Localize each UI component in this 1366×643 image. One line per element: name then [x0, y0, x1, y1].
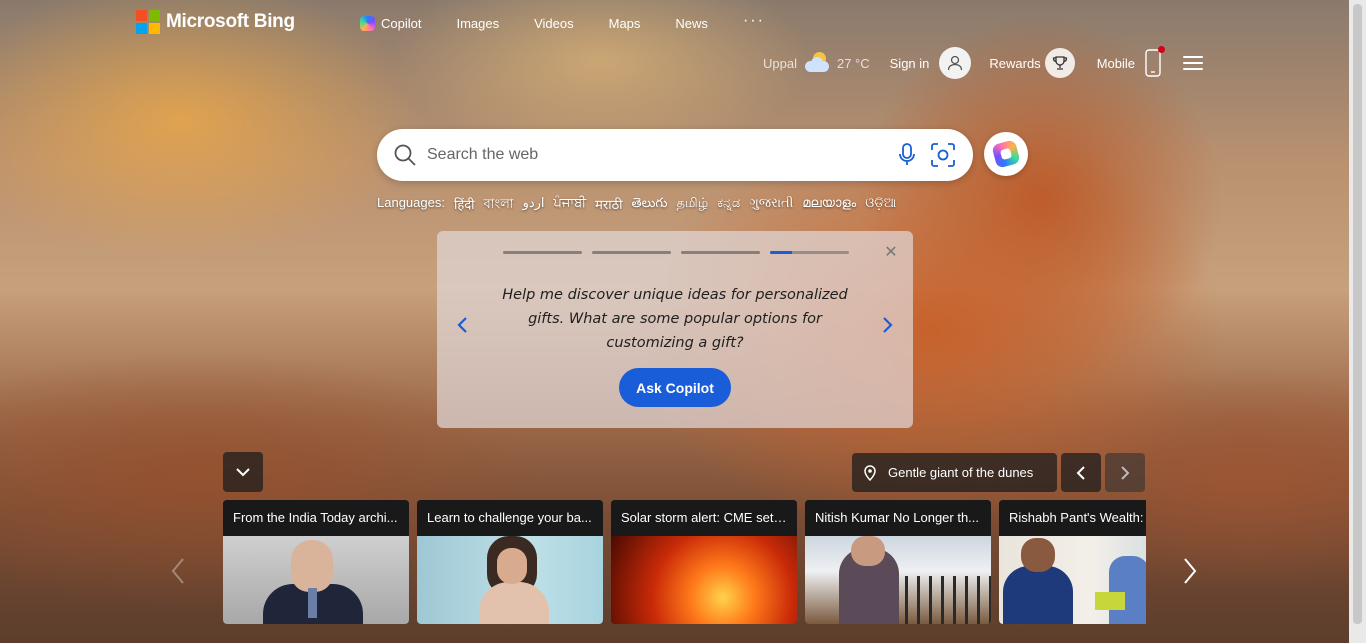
- news-carousel: From the India Today archi... Learn to c…: [223, 500, 1146, 624]
- news-thumbnail: [805, 536, 991, 624]
- scrollbar-thumb[interactable]: [1353, 4, 1362, 624]
- language-link[interactable]: বাংলা: [484, 195, 514, 216]
- news-thumbnail: [417, 536, 603, 624]
- chevron-left-icon[interactable]: [450, 313, 474, 337]
- close-icon[interactable]: ✕: [883, 245, 899, 261]
- progress-segment-active: [770, 251, 849, 254]
- user-avatar-icon: [939, 47, 972, 79]
- image-caption: Gentle giant of the dunes: [888, 465, 1034, 480]
- nav-copilot[interactable]: Copilot: [360, 16, 421, 31]
- copilot-prompt-card: ✕ Help me discover unique ideas for pers…: [437, 231, 913, 428]
- location-pin-icon: [864, 464, 876, 481]
- page-scrollbar[interactable]: [1349, 0, 1366, 643]
- weather-widget[interactable]: Uppal 27 °C: [763, 52, 870, 74]
- language-link[interactable]: ਪੰਜਾਬੀ: [554, 195, 587, 216]
- chevron-left-icon: [171, 558, 184, 584]
- top-nav: Copilot Images Videos Maps News ···: [360, 12, 800, 31]
- search-icon: [394, 144, 416, 166]
- language-links: Languages: हिंदी বাংলা اردو ਪੰਜਾਬੀ मराठी…: [377, 195, 896, 216]
- language-link[interactable]: ଓଡ଼ିଆ: [865, 195, 896, 216]
- weather-location: Uppal: [763, 55, 797, 71]
- copilot-icon: [360, 16, 375, 31]
- chevron-down-icon: [236, 468, 250, 477]
- news-card[interactable]: Nitish Kumar No Longer th...: [805, 500, 991, 624]
- mobile-label: Mobile: [1096, 55, 1135, 71]
- partly-cloudy-icon: [803, 52, 831, 74]
- notification-dot: [1157, 46, 1165, 53]
- progress-segment: [681, 251, 760, 254]
- news-scroll-right[interactable]: [1178, 556, 1202, 586]
- copilot-button[interactable]: [984, 132, 1028, 176]
- language-link[interactable]: മലയാളം: [802, 195, 856, 216]
- languages-label: Languages:: [377, 195, 445, 210]
- sign-in-label: Sign in: [889, 55, 930, 71]
- news-title: Rishabh Pant's Wealth: B...: [999, 500, 1146, 536]
- news-card[interactable]: From the India Today archi...: [223, 500, 409, 624]
- progress-segment: [503, 251, 582, 254]
- previous-image-button[interactable]: [1061, 453, 1101, 492]
- copilot-icon: [991, 139, 1021, 169]
- language-link[interactable]: मराठी: [595, 195, 622, 216]
- nav-news[interactable]: News: [675, 16, 708, 31]
- carousel-progress: [503, 251, 849, 254]
- news-title: From the India Today archi...: [223, 500, 409, 536]
- language-link[interactable]: हिंदी: [454, 195, 475, 216]
- chevron-left-icon: [1076, 465, 1085, 480]
- mobile-phone-icon: [1145, 49, 1161, 77]
- news-thumbnail: [611, 536, 797, 624]
- sign-in-button[interactable]: Sign in: [890, 47, 972, 79]
- news-title: Solar storm alert: CME set ...: [611, 500, 797, 536]
- top-right-bar: Uppal 27 °C Sign in Rewards Mobile: [763, 46, 1203, 79]
- language-link[interactable]: தமிழ்: [676, 195, 708, 216]
- news-thumbnail: [223, 536, 409, 624]
- mobile-button[interactable]: Mobile: [1096, 46, 1165, 77]
- news-card[interactable]: Learn to challenge your ba...: [417, 500, 603, 624]
- copilot-prompt-text: Help me discover unique ideas for person…: [502, 287, 848, 351]
- visual-search-icon[interactable]: [929, 141, 957, 169]
- chevron-right-icon[interactable]: [876, 313, 900, 337]
- nav-more-button[interactable]: ···: [743, 12, 765, 30]
- news-scroll-left[interactable]: [166, 556, 190, 586]
- collapse-feed-button[interactable]: [223, 452, 263, 492]
- news-card[interactable]: Solar storm alert: CME set ...: [611, 500, 797, 624]
- nav-images[interactable]: Images: [456, 16, 499, 31]
- search-input[interactable]: [427, 146, 885, 164]
- microsoft-logo-icon: [136, 10, 160, 34]
- chevron-right-icon: [1184, 558, 1197, 584]
- chevron-right-icon: [1121, 465, 1130, 480]
- weather-temperature: 27 °C: [836, 55, 870, 71]
- brand-name: Microsoft Bing: [166, 11, 295, 32]
- microphone-icon[interactable]: [893, 141, 921, 169]
- news-card[interactable]: Rishabh Pant's Wealth: B...: [999, 500, 1146, 624]
- bing-logo[interactable]: Microsoft Bing: [136, 10, 295, 34]
- search-box: [377, 129, 973, 181]
- nav-maps[interactable]: Maps: [609, 16, 641, 31]
- image-caption-button[interactable]: Gentle giant of the dunes: [852, 453, 1057, 492]
- language-link[interactable]: ગુજરાતી: [749, 195, 793, 216]
- next-image-button[interactable]: [1105, 453, 1145, 492]
- trophy-icon: [1044, 48, 1075, 78]
- nav-copilot-label: Copilot: [381, 16, 422, 31]
- progress-segment: [592, 251, 671, 254]
- ask-copilot-button[interactable]: Ask Copilot: [619, 368, 731, 407]
- nav-videos[interactable]: Videos: [534, 16, 574, 31]
- language-link[interactable]: ಕನ್ನಡ: [717, 195, 740, 216]
- news-thumbnail: [999, 536, 1146, 624]
- news-title: Learn to challenge your ba...: [417, 500, 603, 536]
- language-link[interactable]: اردو: [523, 195, 545, 216]
- rewards-label: Rewards: [989, 55, 1041, 71]
- news-title: Nitish Kumar No Longer th...: [805, 500, 991, 536]
- rewards-button[interactable]: Rewards: [989, 48, 1075, 78]
- menu-hamburger-icon[interactable]: [1182, 55, 1203, 71]
- language-link[interactable]: తెలుగు: [632, 195, 668, 216]
